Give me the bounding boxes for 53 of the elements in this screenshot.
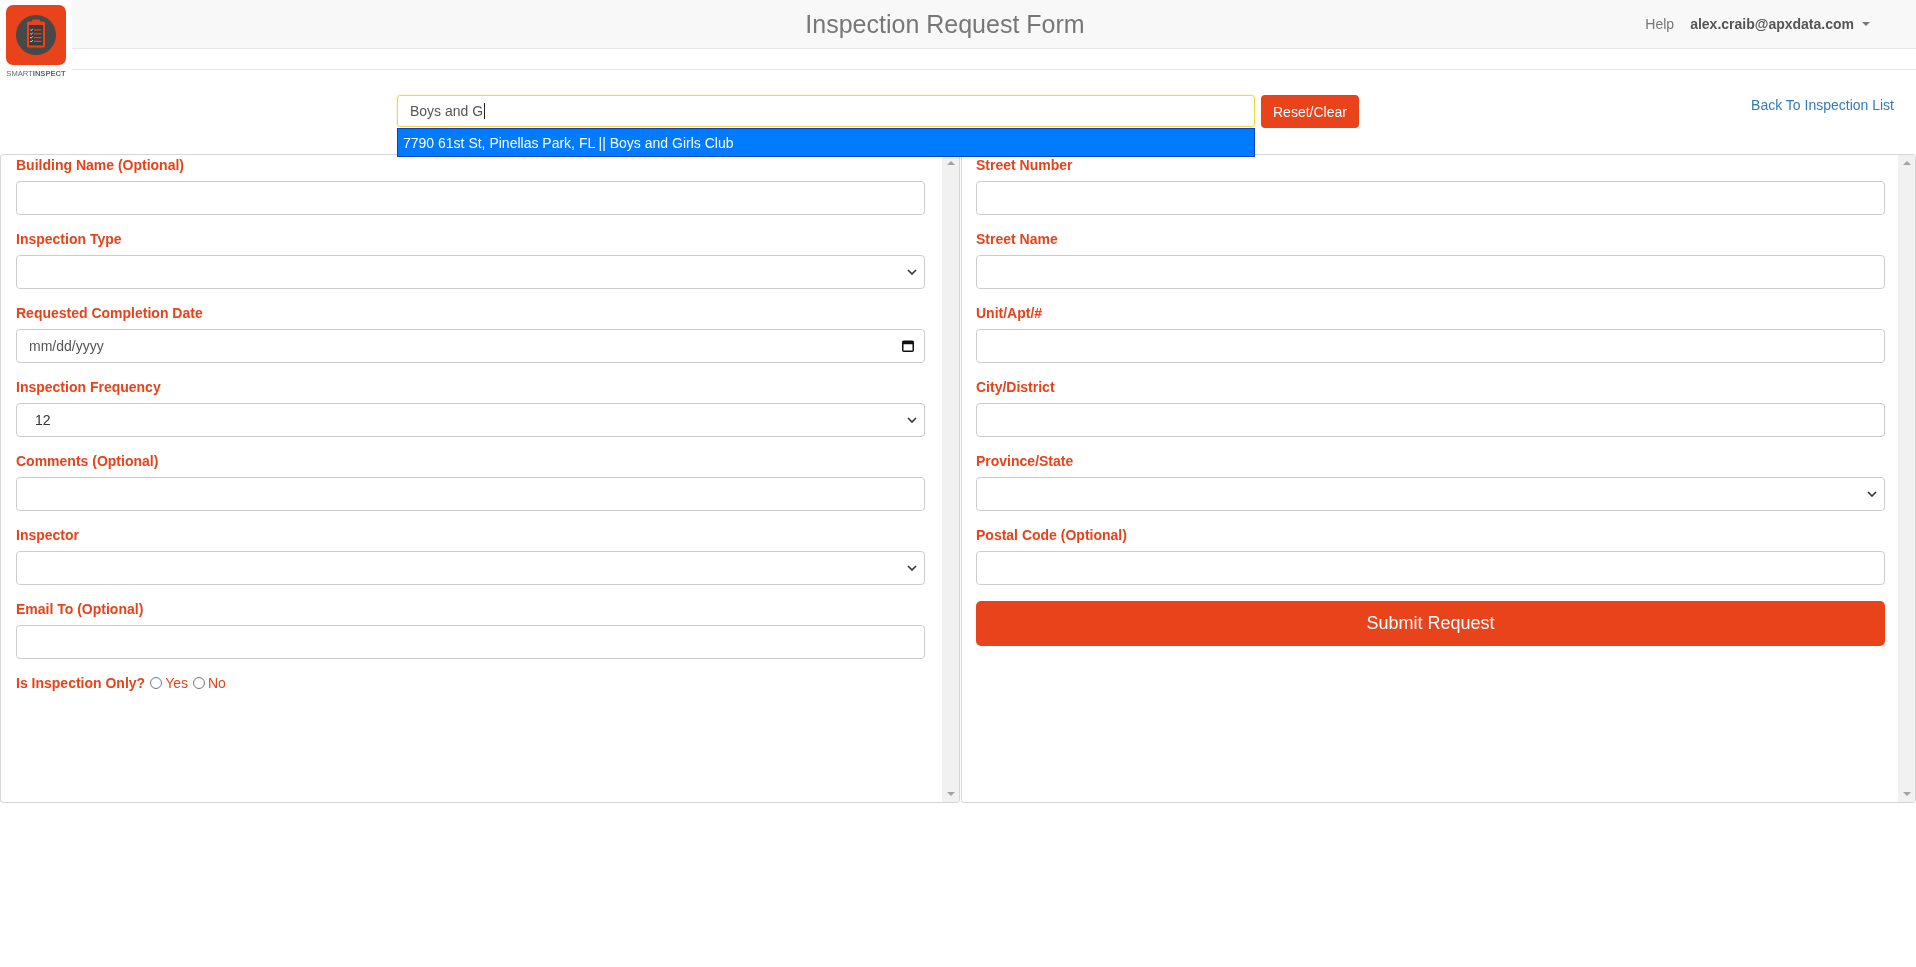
search-field[interactable]: Boys and G — [397, 95, 1255, 127]
chevron-down-icon — [907, 269, 917, 275]
select-field[interactable] — [976, 477, 1885, 511]
calendar-icon[interactable] — [902, 340, 914, 352]
field-label: Unit/Apt/# — [976, 304, 1043, 323]
scroll-down-icon[interactable] — [1902, 792, 1911, 796]
clipboard-logo-icon[interactable] — [6, 5, 66, 65]
radio-button[interactable] — [150, 677, 163, 689]
field-label: Postal Code (Optional) — [976, 526, 1127, 545]
field-label: Email To (Optional) — [16, 600, 144, 619]
field-label: Province/State — [976, 452, 1074, 471]
select-field[interactable] — [16, 551, 925, 585]
input-field[interactable] — [16, 477, 925, 511]
user-menu[interactable]: alex.craib@apxdata.com — [1690, 16, 1870, 32]
field-label: Is Inspection Only? — [16, 674, 146, 693]
field-label: Comments (Optional) — [16, 452, 159, 471]
page-title: Inspection Request Form — [805, 9, 1085, 39]
field-label: Requested Completion Date — [16, 304, 203, 323]
submit-button[interactable]: Submit Request — [976, 601, 1885, 646]
field-label: Street Number — [976, 156, 1073, 175]
back-link[interactable]: Back To Inspection List — [1751, 97, 1894, 113]
scroll-up-icon[interactable] — [946, 161, 955, 165]
scrollbar[interactable] — [1898, 155, 1915, 802]
scroll-down-icon[interactable] — [946, 792, 955, 796]
radio-button[interactable] — [193, 677, 205, 689]
select-field[interactable] — [16, 255, 925, 289]
select-field[interactable]: 12 — [16, 403, 925, 437]
input-field[interactable] — [976, 181, 1885, 215]
chevron-down-icon — [907, 417, 917, 423]
field-label: Inspector — [16, 526, 79, 545]
option-label[interactable]: Yes — [165, 675, 188, 691]
chevron-down-icon — [907, 565, 917, 571]
scrollbar[interactable] — [942, 155, 959, 802]
text-cursor-icon — [484, 103, 486, 119]
input-field[interactable] — [976, 329, 1885, 363]
input-field[interactable] — [976, 255, 1885, 289]
help-link[interactable]: Help — [1645, 16, 1675, 32]
caret-icon — [1862, 22, 1870, 26]
input-field[interactable] — [16, 181, 925, 215]
field-label: Street Name — [976, 230, 1058, 249]
input-field[interactable] — [976, 551, 1885, 585]
field-label: Inspection Type — [16, 230, 122, 249]
suggestion-item[interactable]: 7790 61st St, Pinellas Park, FL || Boys and Girls Club — [397, 128, 1255, 157]
input-field[interactable] — [16, 625, 925, 659]
input-field[interactable] — [976, 403, 1885, 437]
date-field[interactable]: mm/dd/yyyy — [16, 329, 925, 363]
field-label: City/District — [976, 378, 1055, 397]
reset-button[interactable]: Reset/Clear — [1261, 95, 1359, 128]
field-label: Building Name (Optional) — [16, 156, 184, 175]
chevron-down-icon — [1867, 491, 1877, 497]
scroll-up-icon[interactable] — [1902, 161, 1911, 165]
option-label[interactable]: No — [208, 675, 226, 691]
field-label: Inspection Frequency — [16, 378, 161, 397]
